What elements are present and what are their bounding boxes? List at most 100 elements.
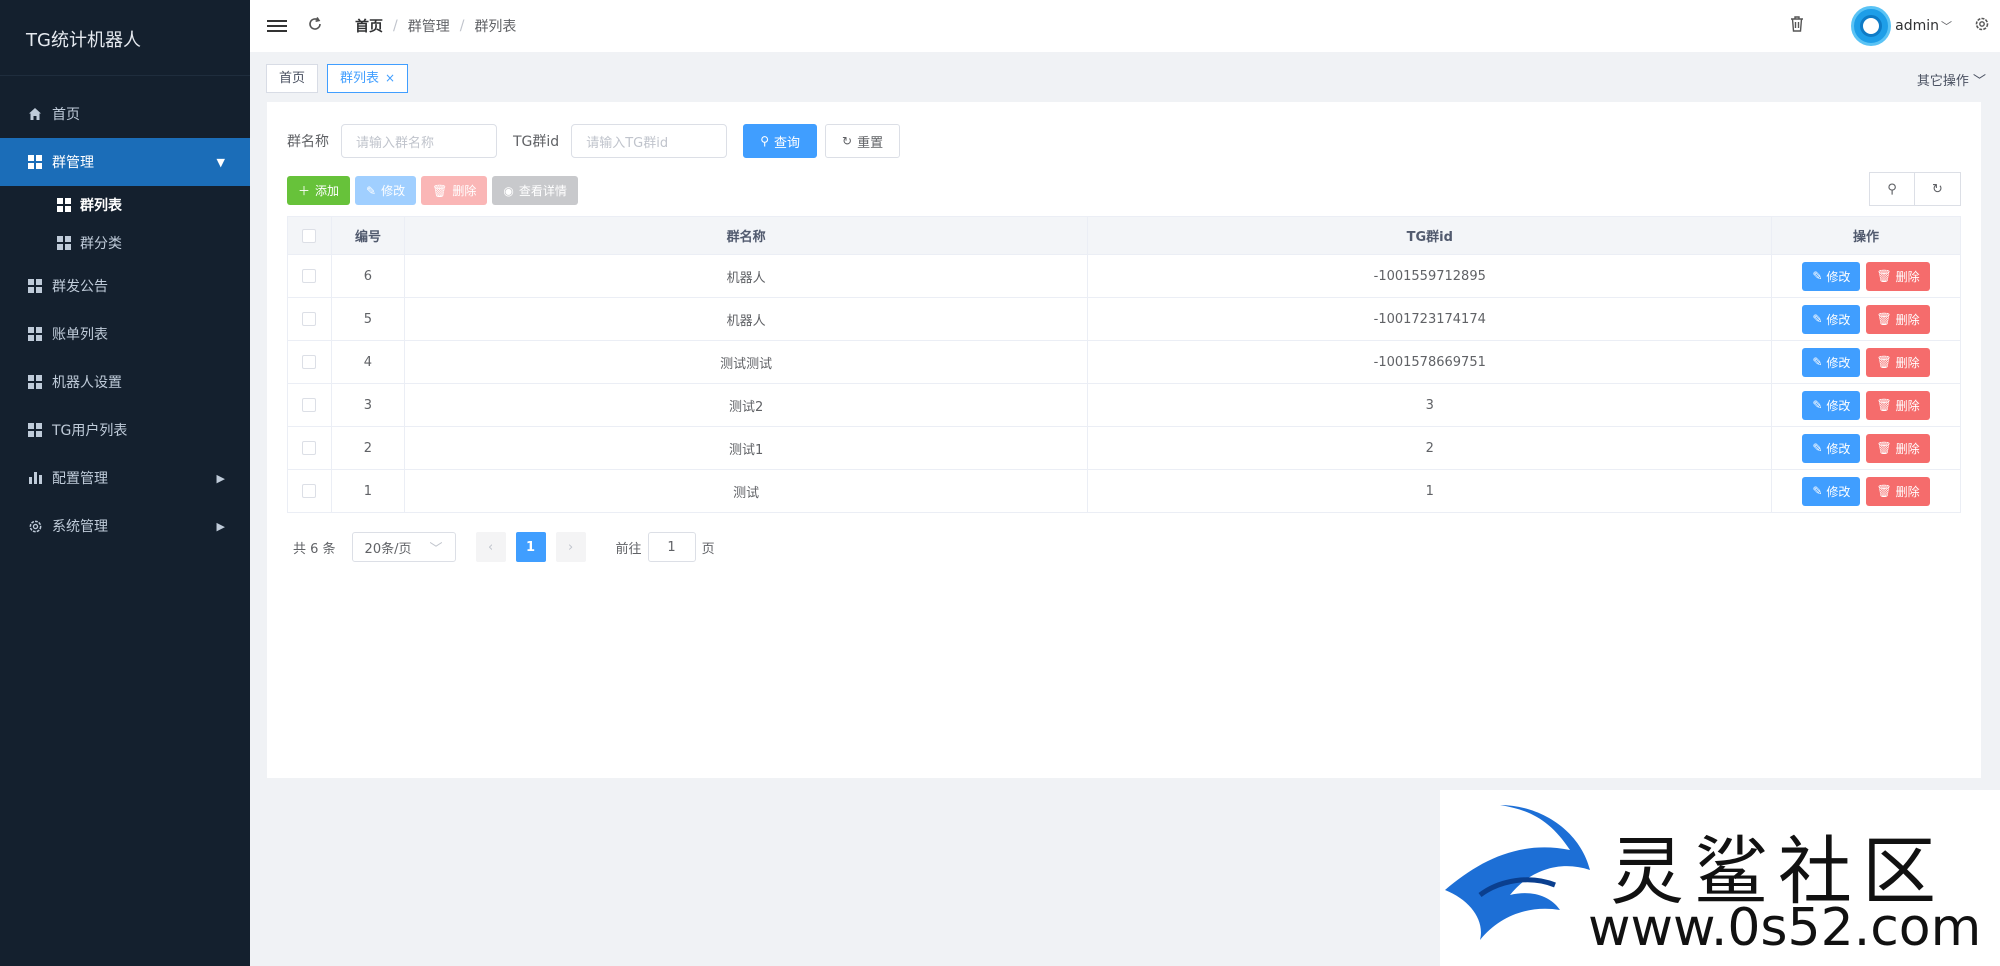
row-delete-button[interactable]: 🗑 删除 [1866, 261, 1930, 291]
row-checkbox[interactable] [302, 398, 317, 412]
row-edit-button[interactable]: ✎ 修改 [1802, 304, 1861, 334]
grid-icon [57, 198, 71, 212]
row-checkbox[interactable] [302, 441, 317, 455]
sidebar-item-group-manage[interactable]: 群管理 ▼ [0, 138, 250, 186]
edit-button[interactable]: ✎ 修改 [355, 176, 417, 205]
table-row: 2 测试1 2 ✎ 修改 🗑 删除 [287, 426, 1961, 470]
sidebar-item-label: TG用户列表 [52, 423, 128, 439]
select-all-cell[interactable] [287, 216, 332, 255]
edit-icon: ✎ [366, 183, 377, 198]
id-cell: 6 [330, 254, 405, 298]
row-checkbox[interactable] [302, 484, 317, 498]
trash-icon: 🗑 [1876, 269, 1892, 283]
sidebar-item-tg-users[interactable]: TG用户列表 [0, 406, 250, 454]
sidebar-item-label: 首页 [52, 107, 80, 123]
tag-group-list[interactable]: 群列表 × [327, 64, 409, 93]
id-cell: 3 [330, 383, 405, 427]
refresh-icon[interactable] [307, 16, 323, 36]
view-detail-button[interactable]: ◉ 查看详情 [492, 176, 578, 205]
next-page-button[interactable]: › [555, 532, 586, 562]
breadcrumb-separator: / [393, 18, 398, 34]
breadcrumb-separator: / [459, 18, 465, 34]
chevron-left-icon: ‹ [487, 539, 494, 555]
sidebar-item-bot-settings[interactable]: 机器人设置 [0, 358, 250, 406]
row-checkbox[interactable] [302, 312, 317, 326]
sidebar-item-config[interactable]: 配置管理 ▶ [0, 454, 250, 502]
row-delete-button[interactable]: 🗑 删除 [1866, 304, 1930, 334]
row-select-cell[interactable] [287, 297, 332, 341]
column-header: 编号 [330, 216, 405, 255]
prev-page-button[interactable]: ‹ [475, 532, 506, 562]
hamburger-icon[interactable] [267, 17, 287, 35]
row-delete-button[interactable]: 🗑 删除 [1866, 390, 1930, 420]
row-delete-button[interactable]: 🗑 删除 [1866, 347, 1930, 377]
other-ops-dropdown[interactable]: 其它操作 ﹀ [1917, 70, 1986, 89]
actions-cell: ✎ 修改 🗑 删除 [1771, 340, 1961, 384]
row-delete-button[interactable]: 🗑 删除 [1866, 433, 1930, 463]
group-name-cell: 机器人 [403, 254, 1089, 298]
row-edit-button[interactable]: ✎ 修改 [1802, 390, 1861, 420]
row-delete-label: 删除 [1895, 312, 1920, 327]
chevron-down-icon[interactable]: ﹀ [1941, 18, 1952, 34]
row-select-cell[interactable] [287, 254, 332, 298]
tag-home[interactable]: 首页 [266, 64, 319, 93]
row-delete-label: 删除 [1895, 398, 1920, 413]
page-size-select[interactable]: 20条/页 ﹀ [351, 532, 456, 562]
grid-icon [27, 326, 43, 342]
select-all-checkbox[interactable] [302, 228, 317, 243]
group-name-cell: 机器人 [403, 297, 1089, 341]
row-edit-label: 修改 [1826, 312, 1851, 327]
sidebar-subitem-group-category[interactable]: 群分类 [0, 224, 250, 262]
toggle-search-button[interactable]: ⚲ [1869, 172, 1915, 206]
row-edit-button[interactable]: ✎ 修改 [1802, 433, 1861, 463]
add-button[interactable]: ＋ 添加 [287, 176, 351, 205]
detail-label: 查看详情 [518, 184, 567, 198]
row-select-cell[interactable] [287, 469, 332, 513]
trash-icon: 🗑 [1876, 398, 1892, 412]
row-select-cell[interactable] [287, 426, 332, 470]
close-icon[interactable]: × [385, 71, 395, 85]
search-button[interactable]: ⚲ 查询 [743, 124, 817, 158]
table-row: 1 测试 1 ✎ 修改 🗑 删除 [287, 469, 1961, 513]
page-number-button[interactable]: 1 [515, 532, 546, 562]
sidebar-item-label: 群分类 [80, 236, 122, 252]
sidebar-item-system[interactable]: 系统管理 ▶ [0, 502, 250, 550]
edit-icon: ✎ [1812, 398, 1823, 412]
row-edit-button[interactable]: ✎ 修改 [1802, 347, 1861, 377]
row-edit-button[interactable]: ✎ 修改 [1802, 476, 1861, 506]
group-name-cell: 测试2 [403, 383, 1089, 427]
user-name[interactable]: admin [1895, 18, 1939, 34]
sidebar-item-bills[interactable]: 账单列表 [0, 310, 250, 358]
row-select-cell[interactable] [287, 340, 332, 384]
goto-suffix: 页 [701, 541, 715, 557]
row-checkbox[interactable] [302, 269, 317, 283]
sidebar-subitem-group-list[interactable]: 群列表 [0, 186, 250, 224]
row-edit-button[interactable]: ✎ 修改 [1802, 261, 1861, 291]
settings-icon[interactable] [1974, 16, 1990, 36]
breadcrumb-item: 群管理 [407, 19, 450, 35]
row-checkbox[interactable] [302, 355, 317, 369]
group-name-cell: 测试1 [403, 426, 1089, 470]
chevron-down-icon: ﹀ [429, 541, 443, 557]
pagination: 共 6 条 20条/页 ﹀ ‹ 1 › 前往 1 页 [293, 532, 715, 562]
grid-icon [27, 422, 43, 438]
reset-button[interactable]: ↻ 重置 [825, 124, 901, 158]
caret-down-icon: ▼ [216, 155, 225, 169]
table-tools: ⚲ ↻ [1869, 172, 1961, 206]
delete-button[interactable]: 🗑 删除 [421, 176, 488, 205]
group-table: 编号 群名称 TG群id 操作 6 机器人 -1001559712895 ✎ 修改 🗑 删除… [287, 216, 1961, 513]
row-select-cell[interactable] [287, 383, 332, 427]
group-name-input[interactable]: 请输入群名称 [341, 124, 497, 158]
column-header: 群名称 [403, 216, 1089, 255]
goto-page-input[interactable]: 1 [647, 532, 696, 562]
refresh-table-button[interactable]: ↻ [1915, 172, 1961, 206]
sidebar-item-home[interactable]: 首页 [0, 90, 250, 138]
tg-group-id-input[interactable]: 请输入TG群id [571, 124, 728, 158]
row-delete-button[interactable]: 🗑 删除 [1866, 476, 1930, 506]
trash-icon[interactable] [1789, 15, 1805, 37]
search-icon: ⚲ [1887, 181, 1897, 197]
sidebar-item-broadcast[interactable]: 群发公告 [0, 262, 250, 310]
breadcrumb-item[interactable]: 首页 [355, 16, 383, 36]
avatar[interactable] [1851, 6, 1892, 46]
row-edit-label: 修改 [1826, 484, 1851, 499]
